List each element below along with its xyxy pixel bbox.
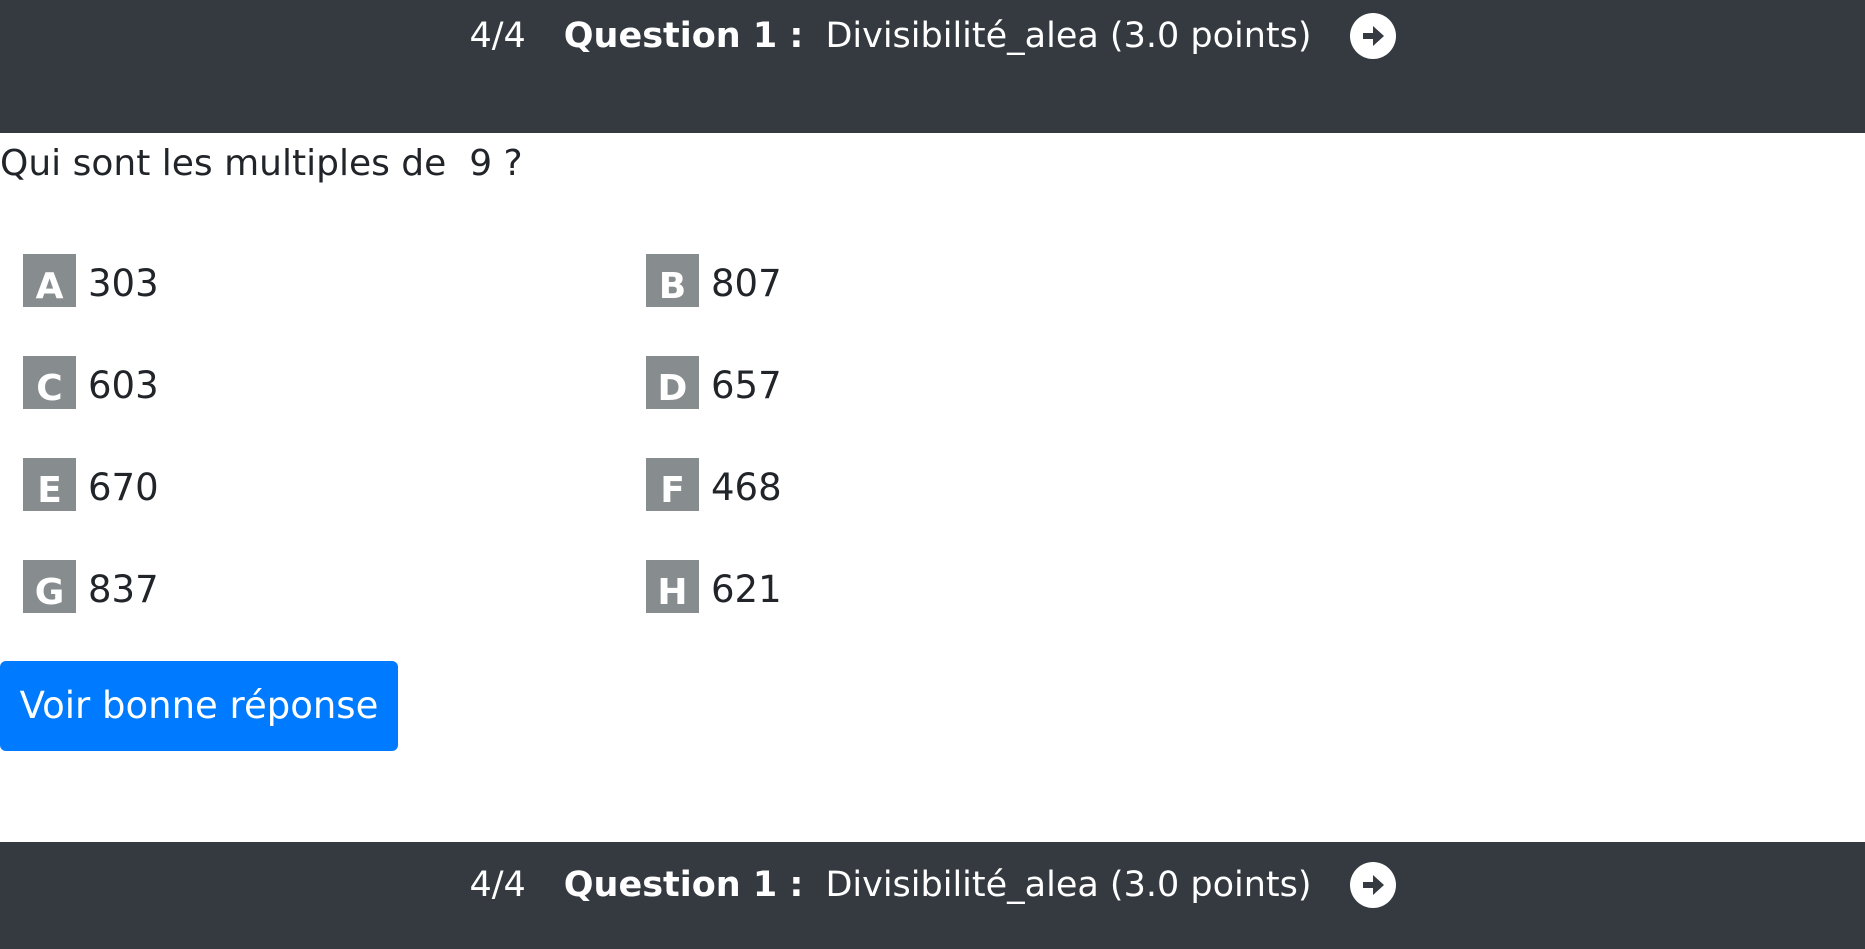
question-footer-bar: 4/4 Question 1 : Divisibilité_alea (3.0 … <box>0 842 1865 949</box>
question-header-line: 4/4 Question 1 : Divisibilité_alea (3.0 … <box>0 8 1865 64</box>
answer-value: 670 <box>88 466 159 509</box>
answer-letter-badge: C <box>23 356 76 409</box>
answer-letter-badge: H <box>646 560 699 613</box>
answer-letter: D <box>657 368 688 409</box>
question-number: Question 1 : <box>563 865 804 905</box>
question-prompt: Qui sont les multiples de 9 ? <box>0 143 523 184</box>
answer-letter-badge: E <box>23 458 76 511</box>
answer-value: 303 <box>88 262 159 305</box>
answer-option-c[interactable]: C 603 <box>23 356 159 409</box>
answer-letter: B <box>658 266 687 307</box>
answer-value: 837 <box>88 568 159 611</box>
question-title: Divisibilité_alea (3.0 points) <box>825 16 1312 56</box>
question-number: Question 1 : <box>563 16 804 56</box>
question-header-bar: 4/4 Question 1 : Divisibilité_alea (3.0 … <box>0 0 1865 133</box>
answer-value: 807 <box>711 262 782 305</box>
question-title: Divisibilité_alea (3.0 points) <box>825 865 1312 905</box>
arrow-right-circle-icon <box>1362 875 1384 895</box>
answer-option-a[interactable]: A 303 <box>23 254 159 307</box>
answer-letter: A <box>35 266 64 307</box>
answer-value: 603 <box>88 364 159 407</box>
answer-option-f[interactable]: F 468 <box>646 458 782 511</box>
answer-letter: E <box>37 470 62 511</box>
question-progress: 4/4 <box>469 16 526 56</box>
answer-letter-badge: A <box>23 254 76 307</box>
answer-option-e[interactable]: E 670 <box>23 458 159 511</box>
next-question-button[interactable] <box>1349 862 1396 908</box>
answer-letter-badge: D <box>646 356 699 409</box>
answer-letter-badge: B <box>646 254 699 307</box>
answer-option-g[interactable]: G 837 <box>23 560 159 613</box>
answer-letter: G <box>34 572 65 613</box>
answer-letter: C <box>36 368 63 409</box>
question-progress: 4/4 <box>469 865 526 905</box>
next-question-button[interactable] <box>1349 13 1396 59</box>
answer-value: 468 <box>711 466 782 509</box>
answer-letter: H <box>657 572 688 613</box>
answer-option-d[interactable]: D 657 <box>646 356 782 409</box>
answer-option-b[interactable]: B 807 <box>646 254 782 307</box>
answer-value: 657 <box>711 364 782 407</box>
answer-value: 621 <box>711 568 782 611</box>
arrow-right-circle-icon <box>1362 26 1384 46</box>
answer-option-h[interactable]: H 621 <box>646 560 782 613</box>
answer-letter-badge: F <box>646 458 699 511</box>
answer-letter: F <box>660 470 685 511</box>
question-footer-line: 4/4 Question 1 : Divisibilité_alea (3.0 … <box>0 857 1865 913</box>
see-correct-answer-button[interactable]: Voir bonne réponse <box>0 661 398 751</box>
answer-letter-badge: G <box>23 560 76 613</box>
